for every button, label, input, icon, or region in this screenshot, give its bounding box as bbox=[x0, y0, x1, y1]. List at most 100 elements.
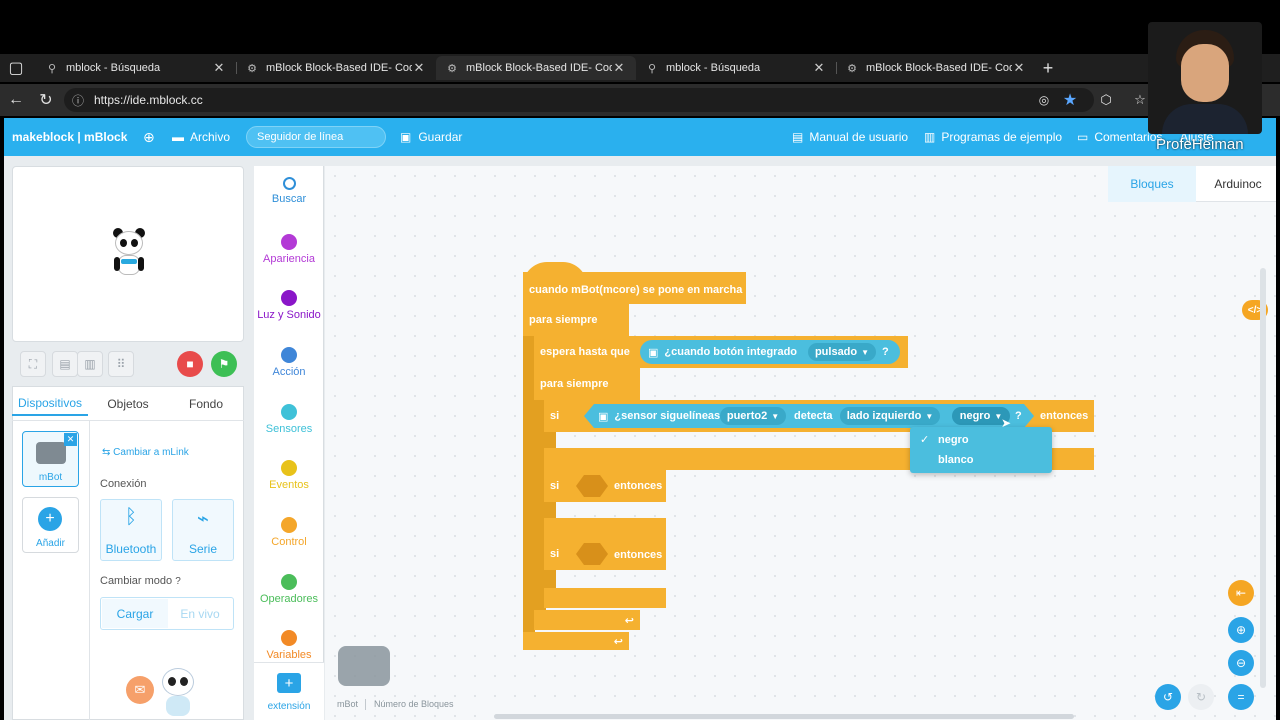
folder-icon: ▬ bbox=[172, 130, 184, 144]
then-label-1: entonces bbox=[1040, 410, 1089, 422]
browser-tab-2[interactable]: ⚙ mBlock Block-Based IDE- Coding ✕ bbox=[236, 56, 436, 80]
close-icon[interactable]: ✕ bbox=[412, 60, 426, 76]
category-0[interactable]: Buscar bbox=[254, 177, 324, 205]
chevron-down-icon: ▼ bbox=[861, 347, 870, 357]
forever-block-2[interactable]: para siempre bbox=[534, 368, 640, 400]
close-icon[interactable]: ✕ bbox=[1012, 60, 1026, 76]
forever-block-1[interactable]: para siempre bbox=[523, 304, 629, 336]
collapse-icon[interactable]: ⇤ bbox=[1228, 580, 1254, 606]
project-name-input[interactable]: Seguidor de línea bbox=[246, 126, 386, 148]
webcam-avatar bbox=[1148, 22, 1262, 134]
close-icon[interactable]: ✕ bbox=[612, 60, 626, 76]
category-4[interactable]: Sensores bbox=[254, 404, 324, 435]
presenter-name: ProfeHeiman bbox=[1156, 136, 1244, 153]
browser-tab-3-active[interactable]: ⚙ mBlock Block-Based IDE- Coding ✕ bbox=[436, 56, 636, 80]
live-mode-button[interactable]: En vivo bbox=[168, 599, 232, 628]
when-mbot-starts-block[interactable]: cuando mBot(mcore) se pone en marcha bbox=[523, 272, 746, 304]
site-info-icon[interactable]: ⓘ bbox=[72, 92, 84, 109]
add-icon: + bbox=[38, 507, 62, 531]
redo-icon[interactable]: ↻ bbox=[1188, 684, 1214, 710]
category-label: Sensores bbox=[265, 423, 313, 435]
browser-tab-5[interactable]: ⚙ mBlock Block-Based IDE- Coding ✕ bbox=[836, 56, 1036, 80]
save-icon: ▣ bbox=[400, 130, 412, 144]
category-color-icon bbox=[281, 630, 297, 646]
loop-arrow-icon: ↩ bbox=[624, 614, 634, 627]
panda-sprite-icon[interactable] bbox=[111, 228, 147, 278]
block-count-label: Número de Bloques bbox=[374, 699, 454, 709]
back-icon[interactable]: ← bbox=[4, 88, 28, 112]
new-tab-button[interactable]: + bbox=[1036, 56, 1060, 80]
star-icon[interactable]: ★ bbox=[1058, 88, 1082, 112]
then-label-2: entonces bbox=[614, 480, 663, 492]
tab-actions-icon[interactable]: ▢ bbox=[4, 56, 28, 80]
category-8[interactable]: Variables bbox=[254, 630, 324, 661]
category-7[interactable]: Operadores bbox=[254, 574, 324, 605]
category-2[interactable]: Luz y Sonido bbox=[254, 290, 324, 321]
remove-device-icon[interactable]: ✕ bbox=[64, 433, 77, 446]
tracking-icon[interactable]: ◎ bbox=[1032, 88, 1056, 112]
stop-icon[interactable]: ■ bbox=[177, 351, 203, 377]
small-stage-icon[interactable]: ▤ bbox=[52, 351, 78, 377]
url-field[interactable]: ⓘ https://ide.mblock.cc bbox=[64, 88, 1094, 112]
port-dropdown[interactable]: puerto2 ▼ bbox=[720, 407, 786, 425]
globe-icon[interactable]: ⊕ bbox=[143, 128, 155, 146]
category-color-icon bbox=[281, 290, 297, 306]
color-dropdown-menu bbox=[910, 427, 1052, 473]
vertical-scrollbar[interactable] bbox=[1260, 268, 1266, 688]
close-icon[interactable]: ✕ bbox=[212, 60, 226, 76]
zoom-in-icon[interactable]: ⊕ bbox=[1228, 617, 1254, 643]
close-icon[interactable]: ✕ bbox=[812, 60, 826, 76]
horizontal-scrollbar[interactable] bbox=[494, 714, 1074, 719]
tab-devices[interactable]: Dispositivos bbox=[12, 392, 88, 416]
switch-mlink-link[interactable]: ⇆ Cambiar a mLink bbox=[102, 447, 189, 458]
help-assistant-icon[interactable]: ✉ bbox=[126, 676, 154, 704]
pressed-dropdown[interactable]: pulsado ▼ bbox=[808, 343, 876, 361]
mouse-cursor-icon: ➤ bbox=[1001, 416, 1012, 430]
examples-link[interactable]: ▥ Programas de ejemplo bbox=[924, 128, 1062, 146]
reload-icon[interactable]: ↻ bbox=[34, 88, 58, 112]
avatar-body bbox=[1162, 104, 1248, 134]
panda-mascot-icon bbox=[158, 666, 198, 716]
category-6[interactable]: Control bbox=[254, 517, 324, 548]
upload-mode-button[interactable]: Cargar bbox=[102, 599, 168, 628]
extensions-icon[interactable]: ⬡ bbox=[1094, 88, 1118, 112]
side-dropdown[interactable]: lado izquierdo ▼ bbox=[840, 407, 940, 425]
browser-tab-4[interactable]: ⚲ mblock - Búsqueda ✕ bbox=[636, 56, 836, 80]
zoom-out-icon[interactable]: ⊖ bbox=[1228, 650, 1254, 676]
green-flag-icon[interactable]: ⚑ bbox=[211, 351, 237, 377]
help-icon[interactable]: ? bbox=[175, 576, 181, 587]
extension-label: extensión bbox=[267, 701, 311, 712]
bluetooth-icon: ᛒ bbox=[125, 506, 137, 528]
tab-arduino[interactable]: Arduinoc bbox=[1200, 166, 1276, 202]
category-label: Operadores bbox=[259, 593, 319, 605]
if-2-bottom bbox=[544, 518, 666, 538]
file-menu[interactable]: ▬ Archivo bbox=[172, 128, 230, 146]
chevron-down-icon: ▼ bbox=[771, 411, 780, 421]
tab-background[interactable]: Fondo bbox=[168, 392, 244, 416]
device-name: mBot bbox=[38, 472, 63, 483]
category-1[interactable]: Apariencia bbox=[254, 234, 324, 265]
add-device-label: Añadir bbox=[36, 538, 65, 549]
category-color-icon bbox=[281, 234, 297, 250]
mbot-sensor-icon: ▣ bbox=[648, 346, 659, 359]
tab-blocks[interactable]: Bloques bbox=[1108, 166, 1196, 202]
divider bbox=[365, 699, 366, 710]
grid-view-icon[interactable]: ⠿ bbox=[108, 351, 134, 377]
save-button[interactable]: ▣ Guardar bbox=[400, 128, 462, 146]
fullscreen-icon[interactable]: ⛶ bbox=[20, 351, 46, 377]
tab-sprites[interactable]: Objetos bbox=[88, 392, 168, 416]
then-label-3: entonces bbox=[614, 549, 663, 561]
divider bbox=[12, 420, 244, 421]
browser-tab-1[interactable]: ⚲ mblock - Búsqueda ✕ bbox=[36, 56, 236, 80]
category-3[interactable]: Acción bbox=[254, 347, 324, 378]
dropdown-option-blanco[interactable]: blanco bbox=[938, 454, 973, 466]
manual-link[interactable]: ▤ Manual de usuario bbox=[792, 128, 908, 146]
dropdown-option-negro[interactable]: negro bbox=[938, 434, 969, 446]
zoom-reset-icon[interactable]: = bbox=[1228, 684, 1254, 710]
category-color-icon bbox=[281, 347, 297, 363]
category-5[interactable]: Eventos bbox=[254, 460, 324, 491]
undo-icon[interactable]: ↺ bbox=[1155, 684, 1181, 710]
large-stage-icon[interactable]: ▥ bbox=[77, 351, 103, 377]
script-canvas[interactable] bbox=[325, 166, 1276, 720]
add-extension-icon: + bbox=[277, 673, 301, 693]
